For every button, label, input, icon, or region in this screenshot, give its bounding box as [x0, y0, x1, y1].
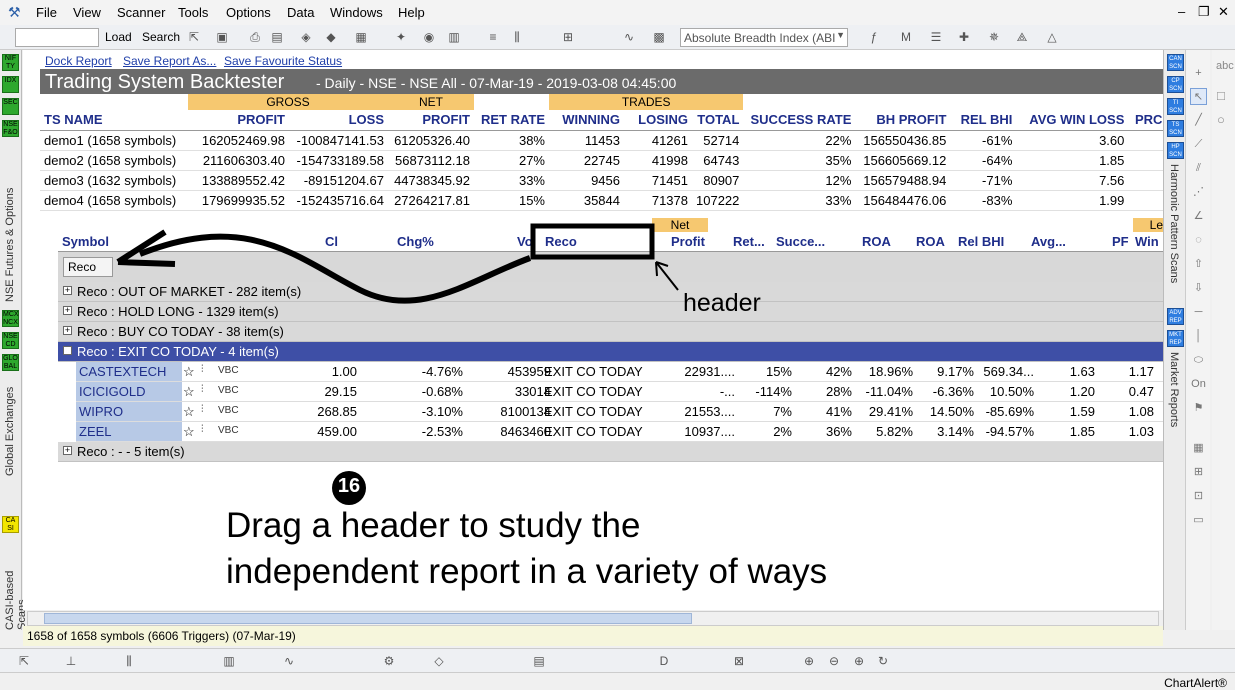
- caption-line-2: independent report in a variety of ways: [226, 552, 828, 591]
- caption-line-1: Drag a header to study the: [226, 506, 641, 545]
- header-pointer-arrow: [655, 261, 679, 291]
- header-highlight-box: [530, 223, 655, 260]
- header-annotation: header: [683, 289, 761, 317]
- drag-path: [138, 233, 532, 304]
- step-number: 16: [337, 475, 361, 497]
